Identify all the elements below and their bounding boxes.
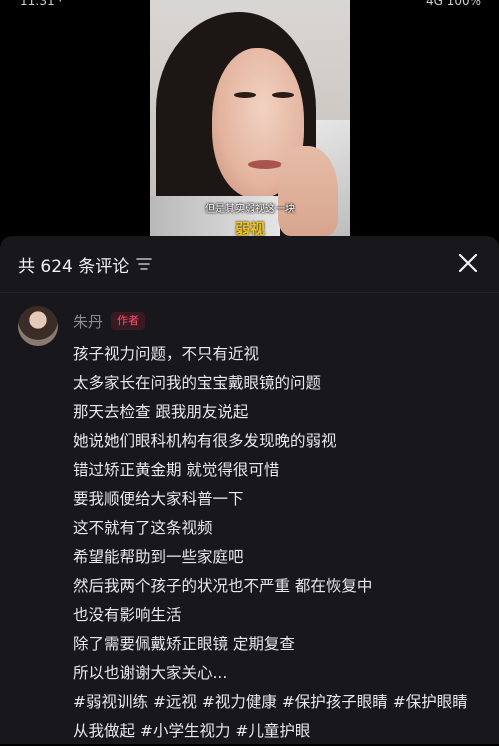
comment-line: 要我顺便给大家科普一下	[73, 490, 244, 508]
hashtag-link[interactable]: #小学生视力	[140, 722, 231, 740]
comment-line: 希望能帮助到一些家庭吧	[73, 548, 244, 566]
hashtag-link[interactable]: #弱视训练	[73, 693, 148, 711]
comment-line: 那天去检查 跟我朋友说起	[73, 403, 249, 421]
status-bar-right: 4G 100%	[425, 0, 481, 8]
hashtag-link[interactable]: #视力健康	[202, 693, 277, 711]
comment-line: 她说她们眼科机构有很多发现晚的弱视	[73, 432, 337, 450]
hashtag-link[interactable]: #远视	[153, 693, 197, 711]
comment-line: 这不就有了这条视频	[73, 519, 213, 537]
comment-line: 然后我两个孩子的状况也不严重 都在恢复中	[73, 577, 373, 595]
author-name[interactable]: 朱丹	[73, 311, 103, 332]
comments-sheet: 共 624 条评论 朱丹 作者 孩子视力问题，不只有近视 太多家长在问我的宝宝戴…	[0, 236, 499, 744]
comment-line: 孩子视力问题，不只有近视	[73, 345, 260, 363]
comment-line: 所以也谢谢大家关心...	[73, 664, 228, 682]
comment-line: 太多家长在问我的宝宝戴眼镜的问题	[73, 374, 322, 392]
comments-header: 共 624 条评论	[0, 236, 499, 293]
filter-icon[interactable]	[136, 256, 152, 270]
video-frame[interactable]: 但是其实弱视这一块 弱视	[150, 0, 350, 236]
video-person-mouth	[248, 160, 282, 169]
author-badge: 作者	[111, 312, 146, 330]
comment-line: 错过矫正黄金期 就觉得很可惜	[73, 461, 280, 479]
avatar[interactable]	[18, 306, 58, 346]
video-person-left-eye	[234, 92, 256, 98]
video-big-subtitle: 弱视	[234, 220, 265, 236]
hashtag-list: #弱视训练 #远视 #视力健康 #保护孩子眼睛 #保护眼睛从我做起 #小学生视力…	[73, 688, 483, 746]
close-button[interactable]	[453, 248, 483, 278]
comment-count: 共 624 条评论	[18, 257, 130, 277]
status-bar-left: 11:31 ·	[20, 0, 63, 8]
comment-body: 孩子视力问题，不只有近视 太多家长在问我的宝宝戴眼镜的问题 那天去检查 跟我朋友…	[73, 340, 493, 746]
close-icon	[458, 253, 478, 273]
author-row: 朱丹 作者	[73, 310, 146, 332]
video-subtitle: 但是其实弱视这一块	[205, 204, 295, 215]
video-person-right-eye	[272, 92, 294, 98]
comment-line: 除了需要佩戴矫正眼镜 定期复查	[73, 635, 295, 653]
hashtag-link[interactable]: #儿童护眼	[235, 722, 310, 740]
video-player[interactable]: 但是其实弱视这一块 弱视 11:31 · 4G 100%	[0, 0, 499, 236]
comment-line: 也没有影响生活	[73, 606, 182, 624]
hashtag-link[interactable]: #保护孩子眼睛	[282, 693, 388, 711]
